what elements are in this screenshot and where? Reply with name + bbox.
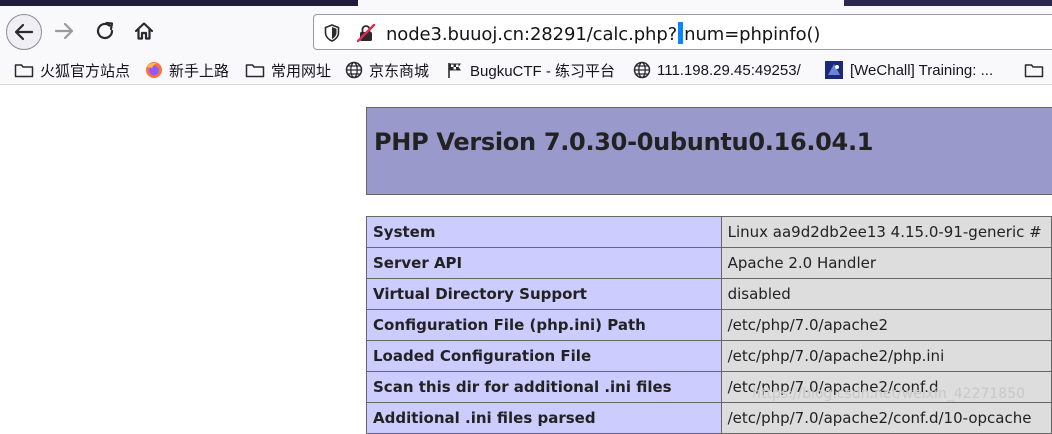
url-prefix: node3.buuoj.cn:28291/calc.php? bbox=[386, 24, 678, 45]
page-title: PHP Version 7.0.30-0ubuntu0.16.04.1 bbox=[374, 128, 874, 156]
bookmark-label: 常用网址 bbox=[271, 62, 332, 80]
bookmark-label: 火狐官方站点 bbox=[40, 62, 131, 80]
globe-icon bbox=[345, 61, 363, 79]
row-value: Linux aa9d2db2ee13 4.15.0-91-generic # bbox=[720, 216, 1052, 248]
insecure-lock-icon[interactable] bbox=[356, 23, 376, 48]
row-key: Configuration File (php.ini) Path bbox=[366, 309, 722, 341]
back-button[interactable] bbox=[6, 14, 42, 50]
row-key: Scan this dir for additional .ini files bbox=[366, 371, 722, 403]
back-arrow-icon bbox=[14, 23, 34, 41]
table-row: System Linux aa9d2db2ee13 4.15.0-91-gene… bbox=[366, 216, 1052, 248]
text-cursor-selection bbox=[678, 22, 684, 44]
home-icon bbox=[134, 22, 154, 40]
row-key: System bbox=[366, 216, 722, 248]
flag-icon bbox=[446, 61, 464, 79]
folder-icon bbox=[14, 62, 34, 78]
bookmark-label: [WeChall] Training: ... bbox=[850, 61, 994, 79]
bookmarks-toolbar: 火狐官方站点 新手上路 常用网址 京东商城 BugkuCTF - 练习平台 11… bbox=[0, 56, 1052, 85]
php-version-header: PHP Version 7.0.30-0ubuntu0.16.04.1 bbox=[366, 107, 1052, 195]
bookmark-common-sites[interactable]: 常用网址 bbox=[245, 59, 331, 81]
bookmark-bugkuctf[interactable]: BugkuCTF - 练习平台 bbox=[446, 59, 615, 81]
forward-arrow-icon bbox=[54, 22, 74, 40]
bookmark-label: BugkuCTF - 练习平台 bbox=[470, 62, 616, 80]
row-value: Apache 2.0 Handler bbox=[720, 247, 1052, 279]
wechall-icon bbox=[824, 60, 844, 80]
table-row: Loaded Configuration File /etc/php/7.0/a… bbox=[366, 340, 1052, 372]
bookmark-label: 京东商城 bbox=[369, 62, 430, 80]
table-row: Additional .ini files parsed /etc/php/7.… bbox=[366, 402, 1052, 434]
table-row: Virtual Directory Support disabled bbox=[366, 278, 1052, 310]
bookmark-getting-started[interactable]: 新手上路 bbox=[145, 59, 229, 81]
row-key: Virtual Directory Support bbox=[366, 278, 722, 310]
bookmark-firefox-official[interactable]: 火狐官方站点 bbox=[14, 59, 130, 81]
reload-button[interactable] bbox=[88, 14, 122, 48]
page-content: PHP Version 7.0.30-0ubuntu0.16.04.1 Syst… bbox=[0, 85, 1052, 434]
home-button[interactable] bbox=[127, 14, 161, 48]
row-key: Loaded Configuration File bbox=[366, 340, 722, 372]
reload-icon bbox=[96, 21, 114, 40]
url-bar[interactable]: node3.buuoj.cn:28291/calc.php? num=phpinf… bbox=[313, 14, 1052, 50]
url-suffix: num=phpinfo() bbox=[684, 24, 821, 45]
bookmark-label: 新手上路 bbox=[169, 62, 230, 80]
shield-icon[interactable] bbox=[324, 24, 340, 47]
row-value: /etc/php/7.0/apache2 bbox=[720, 309, 1052, 341]
bookmark-jd[interactable]: 京东商城 bbox=[345, 59, 429, 81]
bookmark-overflow-folder[interactable] bbox=[1024, 59, 1050, 81]
folder-icon bbox=[1024, 62, 1044, 78]
bookmark-ip-address[interactable]: 111.198.29.45:49253/ bbox=[633, 59, 801, 81]
globe-icon bbox=[633, 61, 651, 79]
table-row: Server API Apache 2.0 Handler bbox=[366, 247, 1052, 279]
url-text[interactable]: node3.buuoj.cn:28291/calc.php? num=phpinf… bbox=[386, 22, 820, 45]
firefox-icon bbox=[145, 61, 163, 79]
bookmark-label: 111.198.29.45:49253/ bbox=[657, 61, 801, 79]
row-key: Additional .ini files parsed bbox=[366, 402, 722, 434]
watermark: https://blog.csdn.net/weixin_42271850 bbox=[752, 386, 1026, 402]
folder-icon bbox=[245, 62, 265, 78]
row-key: Server API bbox=[366, 247, 722, 279]
table-row: Configuration File (php.ini) Path /etc/p… bbox=[366, 309, 1052, 341]
row-value: disabled bbox=[720, 278, 1052, 310]
navigation-toolbar: node3.buuoj.cn:28291/calc.php? num=phpinf… bbox=[0, 6, 1052, 56]
bookmark-wechall[interactable]: [WeChall] Training: ... bbox=[824, 59, 993, 81]
forward-button[interactable] bbox=[47, 14, 81, 48]
row-value: /etc/php/7.0/apache2/php.ini bbox=[720, 340, 1052, 372]
row-value: /etc/php/7.0/apache2/conf.d/10-opcache bbox=[720, 402, 1052, 434]
